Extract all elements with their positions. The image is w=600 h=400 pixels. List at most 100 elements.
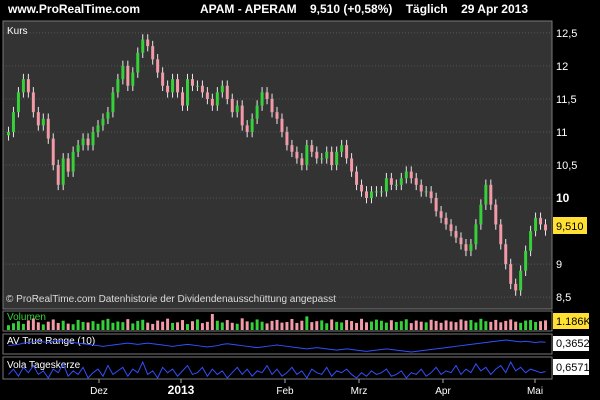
candle-body <box>335 151 339 165</box>
candle-body <box>240 105 244 126</box>
candle-body <box>26 79 30 93</box>
candle-body <box>81 138 85 146</box>
volume-bar <box>335 321 339 330</box>
candle-body <box>484 184 488 205</box>
volume-bar <box>514 321 518 330</box>
candle-body <box>96 125 100 132</box>
volume-bar <box>365 322 368 330</box>
volume-bar <box>265 323 269 330</box>
volume-bar <box>46 321 50 330</box>
stock-chart[interactable]: Kurs © ProRealTime.com Datenhistorie der… <box>0 0 600 400</box>
volume-bar <box>16 321 20 330</box>
candle-body <box>126 65 130 86</box>
volume-bar <box>369 321 373 330</box>
atr-last-value: 0,3652 <box>556 338 590 350</box>
volume-bar <box>449 321 453 330</box>
candle-body <box>11 112 15 132</box>
candle-body <box>21 79 25 93</box>
volume-bar <box>489 321 493 330</box>
vola-last-value: 0,6571 <box>556 362 590 374</box>
candle-body <box>544 224 548 231</box>
candle-body <box>275 112 279 119</box>
candle-body <box>176 79 180 93</box>
price-tick-label: 11,5 <box>556 94 577 106</box>
candle-body <box>305 145 309 165</box>
x-tick-label: Dez <box>90 386 108 397</box>
volume-bar <box>156 320 160 330</box>
vola-label: Vola Tageskerze <box>7 360 81 371</box>
candle-body <box>539 217 543 225</box>
candle-body <box>215 92 219 106</box>
volume-bar <box>131 323 135 330</box>
candle-body <box>300 158 304 165</box>
volume-bar <box>300 320 304 330</box>
candle-body <box>419 184 423 192</box>
candle-body <box>41 118 45 126</box>
candle-body <box>409 171 413 179</box>
volume-bar <box>106 318 110 330</box>
volume-last-value: 1.186K <box>556 316 592 328</box>
candle-body <box>310 145 314 152</box>
volume-bar <box>340 322 344 330</box>
volume-bar <box>374 319 378 330</box>
volume-label: Volumen <box>7 312 46 323</box>
volume-bar <box>275 319 279 330</box>
volume-bar <box>539 321 543 330</box>
volume-bar <box>325 323 329 330</box>
volume-bar <box>186 324 189 330</box>
candle-body <box>350 158 354 172</box>
candle-body <box>6 131 10 136</box>
candle-body <box>235 105 239 113</box>
candle-body <box>469 244 473 251</box>
volume-bar <box>404 319 408 330</box>
candle-body <box>384 178 388 192</box>
x-tick-label: 2013 <box>168 383 195 397</box>
candle-body <box>51 138 55 165</box>
candle-body <box>454 231 458 238</box>
price-y-ticks: 12,5 12 11,5 11 10,5 10 9 8,5 <box>556 28 577 304</box>
candle-body <box>529 231 533 251</box>
candle-body <box>449 224 453 232</box>
candle-body <box>414 178 418 185</box>
x-tick-label: Mai <box>527 386 543 397</box>
volume-bar <box>240 318 244 330</box>
candle-body <box>404 171 408 179</box>
candle-body <box>320 158 324 160</box>
candle-body <box>424 191 428 193</box>
volume-bar <box>210 314 214 330</box>
volume-bar <box>161 321 165 330</box>
candle-body <box>151 46 155 60</box>
candle-body <box>325 151 329 159</box>
volume-bar <box>479 318 483 330</box>
candle-body <box>36 112 40 126</box>
candle-body <box>280 118 284 132</box>
volume-bar <box>136 320 140 330</box>
last-price-value: 9,510 <box>556 221 584 233</box>
candle-body <box>464 244 468 251</box>
price-tick-label: 8,5 <box>556 292 571 304</box>
candle-body <box>439 211 443 218</box>
candle-body <box>186 79 189 106</box>
volume-bar <box>429 319 433 330</box>
volume-bar <box>56 322 60 330</box>
volume-bar <box>260 321 264 330</box>
volume-bar <box>81 322 85 330</box>
candle-body <box>429 191 433 199</box>
candle-body <box>230 98 234 113</box>
volume-bar <box>96 323 100 330</box>
volume-bar <box>295 322 299 330</box>
candle-body <box>181 92 185 106</box>
volume-bar <box>434 320 438 330</box>
candle-body <box>195 85 199 87</box>
volume-bar <box>330 319 334 330</box>
candle-body <box>136 52 140 73</box>
candle-body <box>265 92 269 99</box>
candle-body <box>389 178 393 185</box>
volume-bar <box>350 321 354 330</box>
volume-bar <box>86 322 90 330</box>
candle-body <box>61 158 65 185</box>
volume-bar <box>111 322 115 330</box>
candle-body <box>161 72 165 86</box>
volume-bar <box>509 319 513 330</box>
candle-body <box>225 85 229 99</box>
